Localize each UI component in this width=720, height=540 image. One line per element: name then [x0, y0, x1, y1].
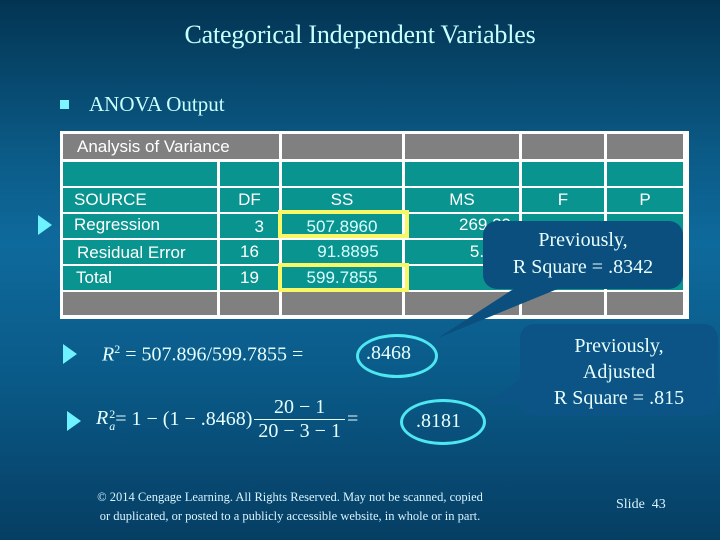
r-symbol: R [96, 407, 109, 430]
fraction-numerator: 20 − 1 [274, 396, 326, 418]
fraction-denominator: 20 − 3 − 1 [254, 419, 345, 443]
callout-line: R Square = .815 [553, 387, 685, 409]
slide-number-label: Slide [616, 497, 645, 512]
pointer-arrow-icon [63, 344, 77, 364]
r-squared-result: .8468 [366, 342, 411, 364]
fraction: 20 − 1 20 − 3 − 1 [254, 396, 345, 443]
adjusted-expression: = 1 − (1 − .8468) [115, 408, 253, 430]
callout-line: Adjusted [582, 361, 656, 383]
a-subscript: a [109, 418, 116, 433]
r-superscript: 2 [109, 406, 116, 421]
footer-line: or duplicated, or posted to a publicly a… [99, 509, 481, 523]
callout-previous-adjusted-r-square: Previously, Adjusted R Square = .815 [520, 324, 718, 416]
equals-sign: = [346, 408, 359, 430]
callout-line: Previously, [538, 229, 628, 251]
slide-number-value: 43 [651, 497, 666, 512]
callout-previous-r-square: Previously, R Square = .8342 [483, 221, 683, 289]
adjusted-result: .8181 [416, 410, 461, 432]
adjusted-r-squared-equation: R2a = 1 − (1 − .8468) 20 − 1 20 − 3 − 1 … [96, 396, 358, 443]
slide-number: Slide 43 [616, 497, 666, 513]
footer-line: © 2014 Cengage Learning. All Rights Rese… [97, 490, 483, 504]
r-squared-equation: R2 = 507.896/599.7855 = [102, 342, 303, 367]
copyright-footer: © 2014 Cengage Learning. All Rights Rese… [50, 488, 530, 526]
r-symbol: R [102, 343, 115, 366]
callout-line: R Square = .8342 [512, 256, 654, 278]
r-squared-expression: = 507.896/599.7855 = [120, 343, 304, 366]
callout-line: Previously, [574, 335, 664, 357]
pointer-arrow-icon [67, 411, 81, 431]
